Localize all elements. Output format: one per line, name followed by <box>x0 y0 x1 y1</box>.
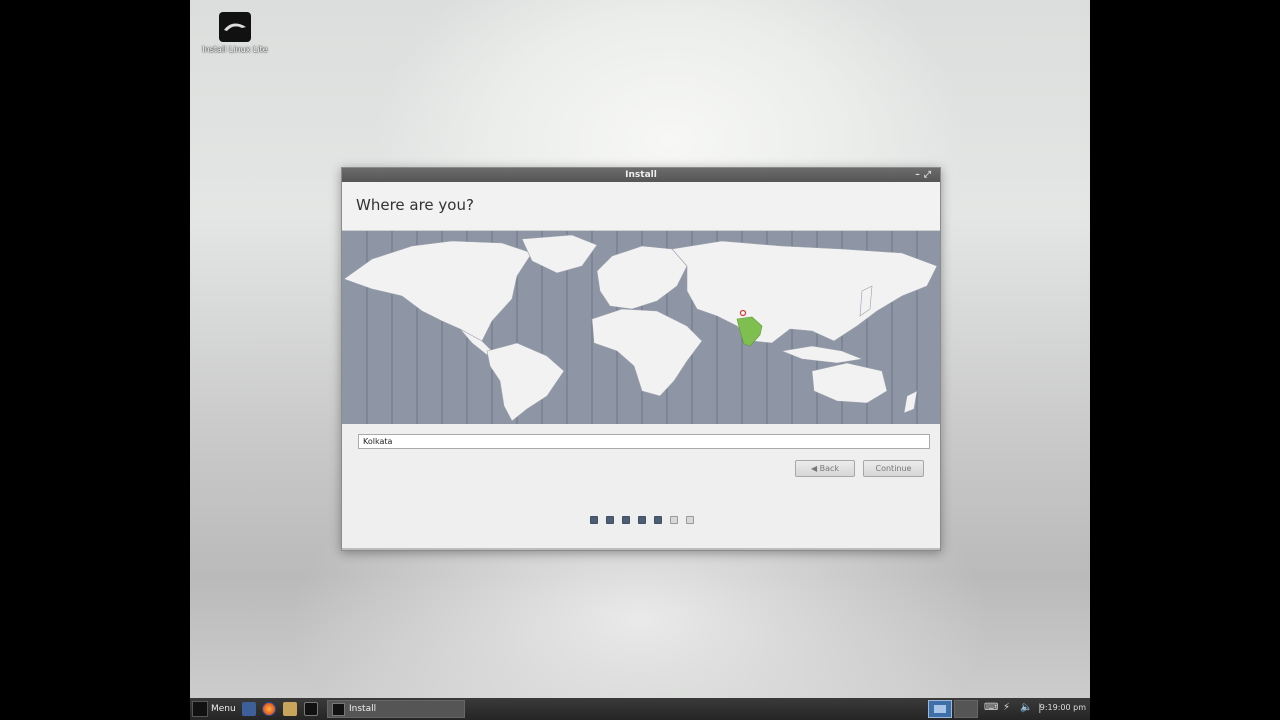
taskbar-item-label: Install <box>349 704 377 714</box>
back-arrow-icon: ◀ <box>810 464 818 473</box>
install-task-icon <box>332 702 345 716</box>
back-button-label: Back <box>819 464 840 473</box>
window-controls[interactable]: –⤢ <box>915 168 935 182</box>
linux-lite-menu-icon <box>192 701 208 717</box>
continue-button-label: Continue <box>875 464 912 473</box>
firefox-launcher-icon[interactable] <box>262 702 276 716</box>
window-bottom-edge <box>342 548 940 550</box>
desktop-icon-install-linux-lite[interactable]: Install Linux Lite <box>198 12 272 54</box>
desktop: Install Linux Lite Install –⤢ Where are … <box>190 0 1090 720</box>
progress-dot <box>654 516 662 524</box>
timezone-map[interactable] <box>342 231 940 424</box>
header-area: Where are you? <box>342 182 940 231</box>
timezone-input[interactable]: Kolkata <box>358 434 930 449</box>
linux-lite-logo-icon <box>219 12 251 42</box>
back-button[interactable]: ◀ Back <box>795 460 855 477</box>
file-manager-launcher-icon[interactable] <box>283 702 297 716</box>
workspace-1[interactable] <box>928 700 952 718</box>
location-pin-icon <box>739 309 747 317</box>
menu-label: Menu <box>211 704 236 714</box>
workspace-2[interactable] <box>954 700 978 718</box>
network-icon[interactable]: ⚡ <box>1003 702 1010 713</box>
desktop-icon-label: Install Linux Lite <box>202 45 268 54</box>
menu-button[interactable]: Menu <box>192 701 236 717</box>
window-titlebar[interactable]: Install –⤢ <box>342 168 940 182</box>
keyboard-icon[interactable]: ⌨ <box>984 702 998 713</box>
continue-button[interactable]: Continue <box>863 460 924 477</box>
world-map-graphic[interactable] <box>342 231 940 424</box>
terminal-launcher-icon[interactable] <box>304 702 318 716</box>
progress-dot <box>590 516 598 524</box>
taskbar: Menu Install ⌨ ⚡ 🔈 ▕ 9:19:00 pm <box>190 698 1090 720</box>
taskbar-item-install[interactable]: Install <box>327 700 465 718</box>
maximize-icon[interactable]: ⤢ <box>924 170 935 180</box>
window-title: Install <box>625 170 657 180</box>
page-title: Where are you? <box>356 196 474 214</box>
minimize-icon[interactable]: – <box>915 170 924 180</box>
progress-dot <box>606 516 614 524</box>
progress-dot <box>686 516 694 524</box>
volume-icon[interactable]: 🔈 <box>1020 702 1032 713</box>
progress-dot <box>638 516 646 524</box>
clock[interactable]: 9:19:00 pm <box>1040 703 1086 712</box>
progress-dot <box>622 516 630 524</box>
install-window: Install –⤢ Where are you? Kolkata ◀ Back… <box>341 167 941 551</box>
desktop-launcher-icon[interactable] <box>242 702 256 716</box>
progress-dots <box>590 516 694 524</box>
progress-dot <box>670 516 678 524</box>
